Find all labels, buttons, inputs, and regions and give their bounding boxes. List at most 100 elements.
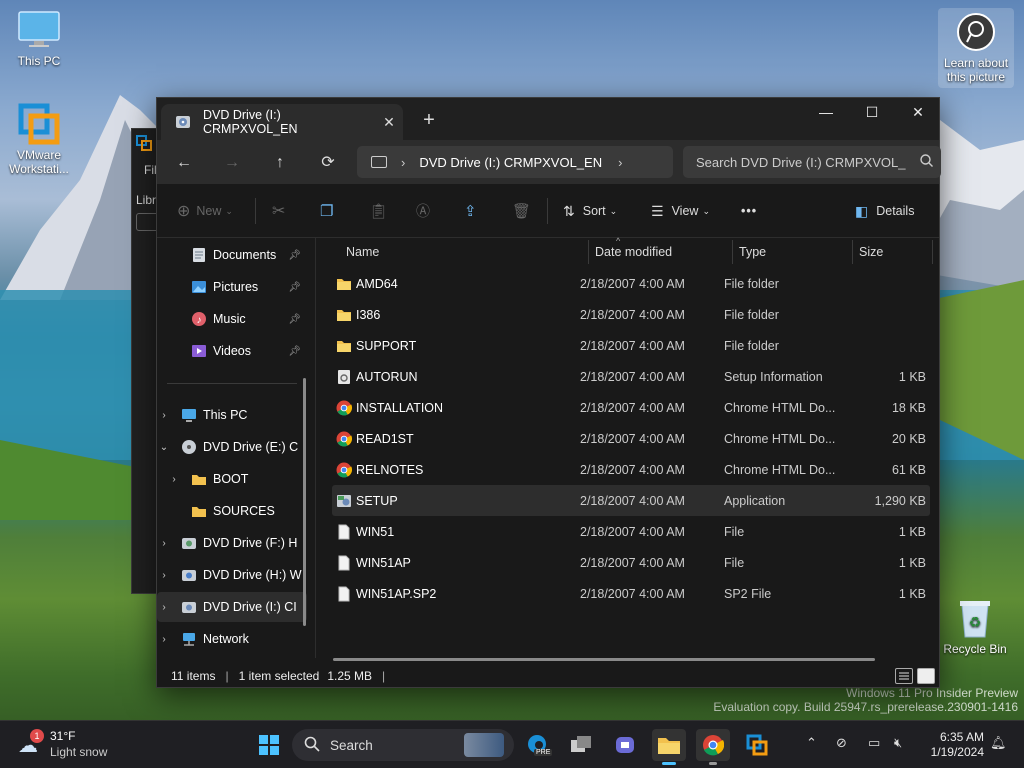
share-icon[interactable]: ⇪: [464, 198, 477, 224]
taskbar-teams[interactable]: [608, 729, 642, 761]
details-pane-button[interactable]: ◧ Details: [855, 198, 914, 224]
clock-date: 1/19/2024: [930, 745, 984, 759]
clock[interactable]: 6:35 AM 1/19/2024: [924, 730, 984, 760]
sort-button[interactable]: ⇅ Sort ⌄: [563, 198, 617, 224]
file-row[interactable]: RELNOTES 2/18/2007 4:00 AM Chrome HTML Do.…: [332, 454, 930, 485]
desktop-icon-recycle-bin[interactable]: ♻ Recycle Bin: [940, 598, 1010, 656]
chevron-right-icon[interactable]: ›: [157, 570, 171, 581]
chevron-up-icon[interactable]: ⌃: [806, 735, 817, 751]
nav-item-sources[interactable]: SOURCES: [157, 496, 307, 526]
new-button[interactable]: ⊕ New ⌄: [177, 198, 233, 224]
column-header-date[interactable]: Date modified: [595, 238, 672, 266]
chevron-right-icon[interactable]: ›: [157, 538, 171, 549]
pin-icon[interactable]: 📌︎: [288, 314, 301, 325]
nav-item-network[interactable]: › Network: [157, 624, 307, 654]
details-view-icon[interactable]: [895, 668, 913, 684]
file-row[interactable]: SETUP 2/18/2007 4:00 AM Application 1,290 K…: [332, 485, 930, 516]
file-type: Chrome HTML Do...: [724, 431, 836, 446]
chevron-right-icon[interactable]: ›: [167, 474, 181, 485]
nav-item-dvd-i[interactable]: › DVD Drive (I:) CI: [157, 592, 307, 622]
taskbar-search[interactable]: Search: [292, 729, 514, 761]
nav-item-boot[interactable]: › BOOT: [157, 464, 307, 494]
taskbar-file-explorer[interactable]: [652, 729, 686, 765]
file-row[interactable]: SUPPORT 2/18/2007 4:00 AM File folder: [332, 330, 930, 361]
forward-arrow-icon[interactable]: →: [215, 148, 249, 178]
breadcrumb-dvd-drive[interactable]: DVD Drive (I:) CRMPXVOL_EN: [419, 155, 602, 170]
column-header-name[interactable]: Name: [346, 238, 379, 266]
chevron-down-icon[interactable]: ⌄: [157, 442, 171, 453]
nav-item-dvd-h[interactable]: › DVD Drive (H:) W: [157, 560, 307, 590]
nav-item-documents[interactable]: Documents 📌︎: [157, 240, 307, 270]
up-arrow-icon[interactable]: ↑: [263, 148, 297, 178]
back-arrow-icon[interactable]: ←: [167, 148, 201, 178]
refresh-icon[interactable]: ⟳: [311, 148, 345, 178]
file-type: Application: [724, 493, 786, 508]
weather-widget[interactable]: ☁ 1 31°F Light snow: [14, 729, 124, 761]
nav-item-videos[interactable]: Videos 📌︎: [157, 336, 307, 366]
nav-item-dvd-e[interactable]: ⌄ DVD Drive (E:) C: [157, 432, 307, 462]
file-row[interactable]: AUTORUN 2/18/2007 4:00 AM Setup Informatio…: [332, 361, 930, 392]
address-bar[interactable]: › DVD Drive (I:) CRMPXVOL_EN ›: [357, 146, 673, 178]
start-button[interactable]: [252, 729, 286, 761]
new-tab-button[interactable]: +: [415, 108, 443, 134]
view-button[interactable]: ☰ View ⌄: [651, 198, 710, 224]
volume-muted-icon[interactable]: 🔇︎: [894, 735, 902, 751]
column-divider[interactable]: [588, 240, 589, 264]
nav-item-dvd-f[interactable]: › DVD Drive (F:) H: [157, 528, 307, 558]
file-row[interactable]: WIN51 2/18/2007 4:00 AM File 1 KB: [332, 516, 930, 547]
file-row[interactable]: READ1ST 2/18/2007 4:00 AM Chrome HTML Do..…: [332, 423, 930, 454]
chevron-right-icon[interactable]: ›: [618, 155, 622, 170]
minimize-button[interactable]: —: [803, 98, 849, 128]
large-icons-view-icon[interactable]: [917, 668, 935, 684]
copy-icon[interactable]: ❐: [320, 198, 333, 224]
monitor-icon[interactable]: ▭: [868, 735, 880, 751]
tab-dvd-drive[interactable]: DVD Drive (I:) CRMPXVOL_EN ✕: [161, 104, 403, 140]
horizontal-scrollbar[interactable]: [333, 658, 875, 661]
column-header-size[interactable]: Size: [859, 238, 883, 266]
sort-button-label: Sort: [582, 204, 606, 218]
file-date: 2/18/2007 4:00 AM: [580, 400, 685, 415]
file-row[interactable]: AMD64 2/18/2007 4:00 AM File folder: [332, 268, 930, 299]
column-divider[interactable]: [932, 240, 933, 264]
pin-icon[interactable]: 📌︎: [288, 282, 301, 293]
cut-icon[interactable]: ✂: [272, 198, 285, 224]
nav-item-music[interactable]: ♪ Music 📌︎: [157, 304, 307, 334]
column-divider[interactable]: [732, 240, 733, 264]
pin-icon[interactable]: 📌︎: [288, 250, 301, 261]
file-row[interactable]: WIN51AP 2/18/2007 4:00 AM File 1 KB: [332, 547, 930, 578]
search-box[interactable]: Search DVD Drive (I:) CRMPXVOL_EN: [683, 146, 941, 178]
network-offline-icon[interactable]: ⊘: [836, 735, 847, 751]
title-bar[interactable]: DVD Drive (I:) CRMPXVOL_EN ✕ + — ☐ ✕: [157, 98, 939, 140]
taskbar-chrome[interactable]: [696, 729, 730, 765]
nav-item-pictures[interactable]: Pictures 📌︎: [157, 272, 307, 302]
chevron-right-icon[interactable]: ›: [157, 410, 171, 421]
more-options-button[interactable]: •••: [741, 198, 757, 224]
close-button[interactable]: ✕: [895, 98, 941, 128]
pin-icon[interactable]: 📌︎: [288, 346, 301, 357]
file-row[interactable]: INSTALLATION 2/18/2007 4:00 AM Chrome HTML…: [332, 392, 930, 423]
taskbar-vmware[interactable]: [740, 729, 774, 761]
file-row[interactable]: WIN51AP.SP2 2/18/2007 4:00 AM SP2 File 1 KB: [332, 578, 930, 609]
nav-item-label: DVD Drive (E:) C: [203, 440, 299, 454]
chevron-right-icon[interactable]: ›: [157, 634, 171, 645]
desktop-icon-vmware[interactable]: VMware Workstati...: [4, 103, 74, 176]
file-explorer-window[interactable]: DVD Drive (I:) CRMPXVOL_EN ✕ + — ☐ ✕ ← →…: [156, 97, 941, 688]
task-view-button[interactable]: [564, 729, 598, 761]
delete-icon[interactable]: 🗑︎: [512, 198, 531, 224]
nav-item-label: Music: [213, 312, 246, 326]
chevron-right-icon[interactable]: ›: [157, 602, 171, 613]
rename-icon[interactable]: Ⓐ: [416, 198, 430, 224]
nav-scrollbar[interactable]: [303, 378, 306, 626]
taskbar-edge-preview[interactable]: PRE: [520, 729, 554, 761]
column-header-type[interactable]: Type: [739, 238, 766, 266]
tab-close-icon[interactable]: ✕: [375, 114, 403, 131]
desktop-icon-this-pc[interactable]: This PC: [4, 10, 74, 68]
paste-icon[interactable]: 📋︎: [369, 198, 388, 224]
file-row[interactable]: I386 2/18/2007 4:00 AM File folder: [332, 299, 930, 330]
notification-bell-icon[interactable]: 🔔︎: [990, 735, 1007, 751]
desktop-icon-learn-about-picture[interactable]: Learn about this picture: [938, 8, 1014, 88]
nav-item-this-pc[interactable]: › This PC: [157, 400, 307, 430]
maximize-button[interactable]: ☐: [849, 98, 895, 128]
column-divider[interactable]: [852, 240, 853, 264]
sort-icon: ⇅: [563, 202, 575, 219]
